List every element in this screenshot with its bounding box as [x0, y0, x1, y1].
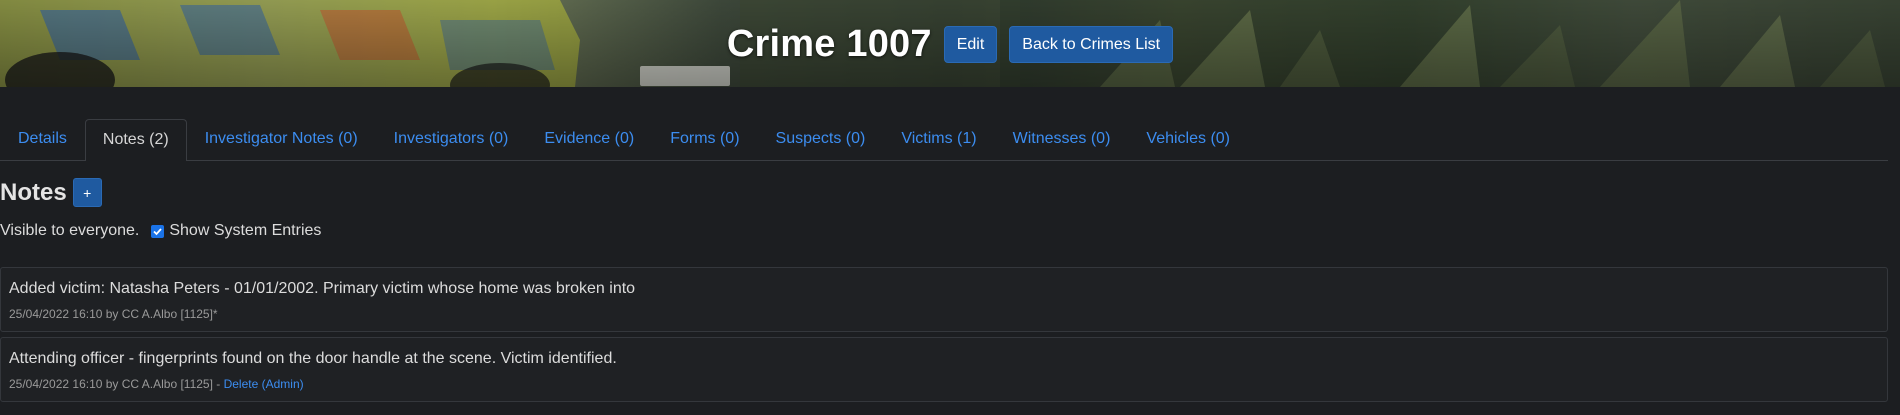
tab-details[interactable]: Details [0, 118, 85, 160]
visibility-row: Visible to everyone. Show System Entries [0, 222, 321, 240]
tab-investigator-notes[interactable]: Investigator Notes (0) [187, 118, 376, 160]
note-item: Attending officer - fingerprints found o… [0, 337, 1888, 402]
tab-investigators[interactable]: Investigators (0) [376, 118, 527, 160]
note-text: Attending officer - fingerprints found o… [9, 350, 617, 367]
note-meta-text: 25/04/2022 16:10 by CC A.Albo [1125]* [9, 307, 218, 321]
visibility-text: Visible to everyone. [0, 222, 140, 239]
note-meta: 25/04/2022 16:10 by CC A.Albo [1125]* [9, 307, 1879, 321]
tab-evidence[interactable]: Evidence (0) [526, 118, 652, 160]
notes-header: Notes + [0, 178, 102, 207]
tab-vehicles[interactable]: Vehicles (0) [1128, 118, 1248, 160]
back-to-crimes-list-button[interactable]: Back to Crimes List [1009, 26, 1174, 63]
delete-note-link[interactable]: Delete (Admin) [224, 377, 304, 391]
page-title: Crime 1007 [726, 23, 932, 65]
tab-victims[interactable]: Victims (1) [883, 118, 994, 160]
edit-button[interactable]: Edit [943, 26, 998, 63]
banner-content: Crime 1007 Edit Back to Crimes List [0, 0, 1900, 87]
tab-suspects[interactable]: Suspects (0) [758, 118, 884, 160]
show-system-entries-checkbox[interactable] [151, 224, 165, 238]
add-note-button[interactable]: + [72, 178, 102, 207]
tab-forms[interactable]: Forms (0) [652, 118, 757, 160]
show-system-entries-label[interactable]: Show System Entries [169, 222, 321, 240]
note-item: Added victim: Natasha Peters - 01/01/200… [0, 267, 1888, 332]
tab-witnesses[interactable]: Witnesses (0) [995, 118, 1129, 160]
note-meta: 25/04/2022 16:10 by CC A.Albo [1125] - D… [9, 377, 1879, 391]
note-text: Added victim: Natasha Peters - 01/01/200… [9, 280, 636, 297]
section-title: Notes [0, 178, 67, 206]
header-banner: Crime 1007 Edit Back to Crimes List [0, 0, 1900, 87]
tab-bar: Details Notes (2) Investigator Notes (0)… [0, 119, 1888, 161]
checkmark-icon [153, 227, 163, 235]
note-meta-text: 25/04/2022 16:10 by CC A.Albo [1125] - [9, 377, 224, 391]
tab-notes[interactable]: Notes (2) [84, 119, 187, 161]
